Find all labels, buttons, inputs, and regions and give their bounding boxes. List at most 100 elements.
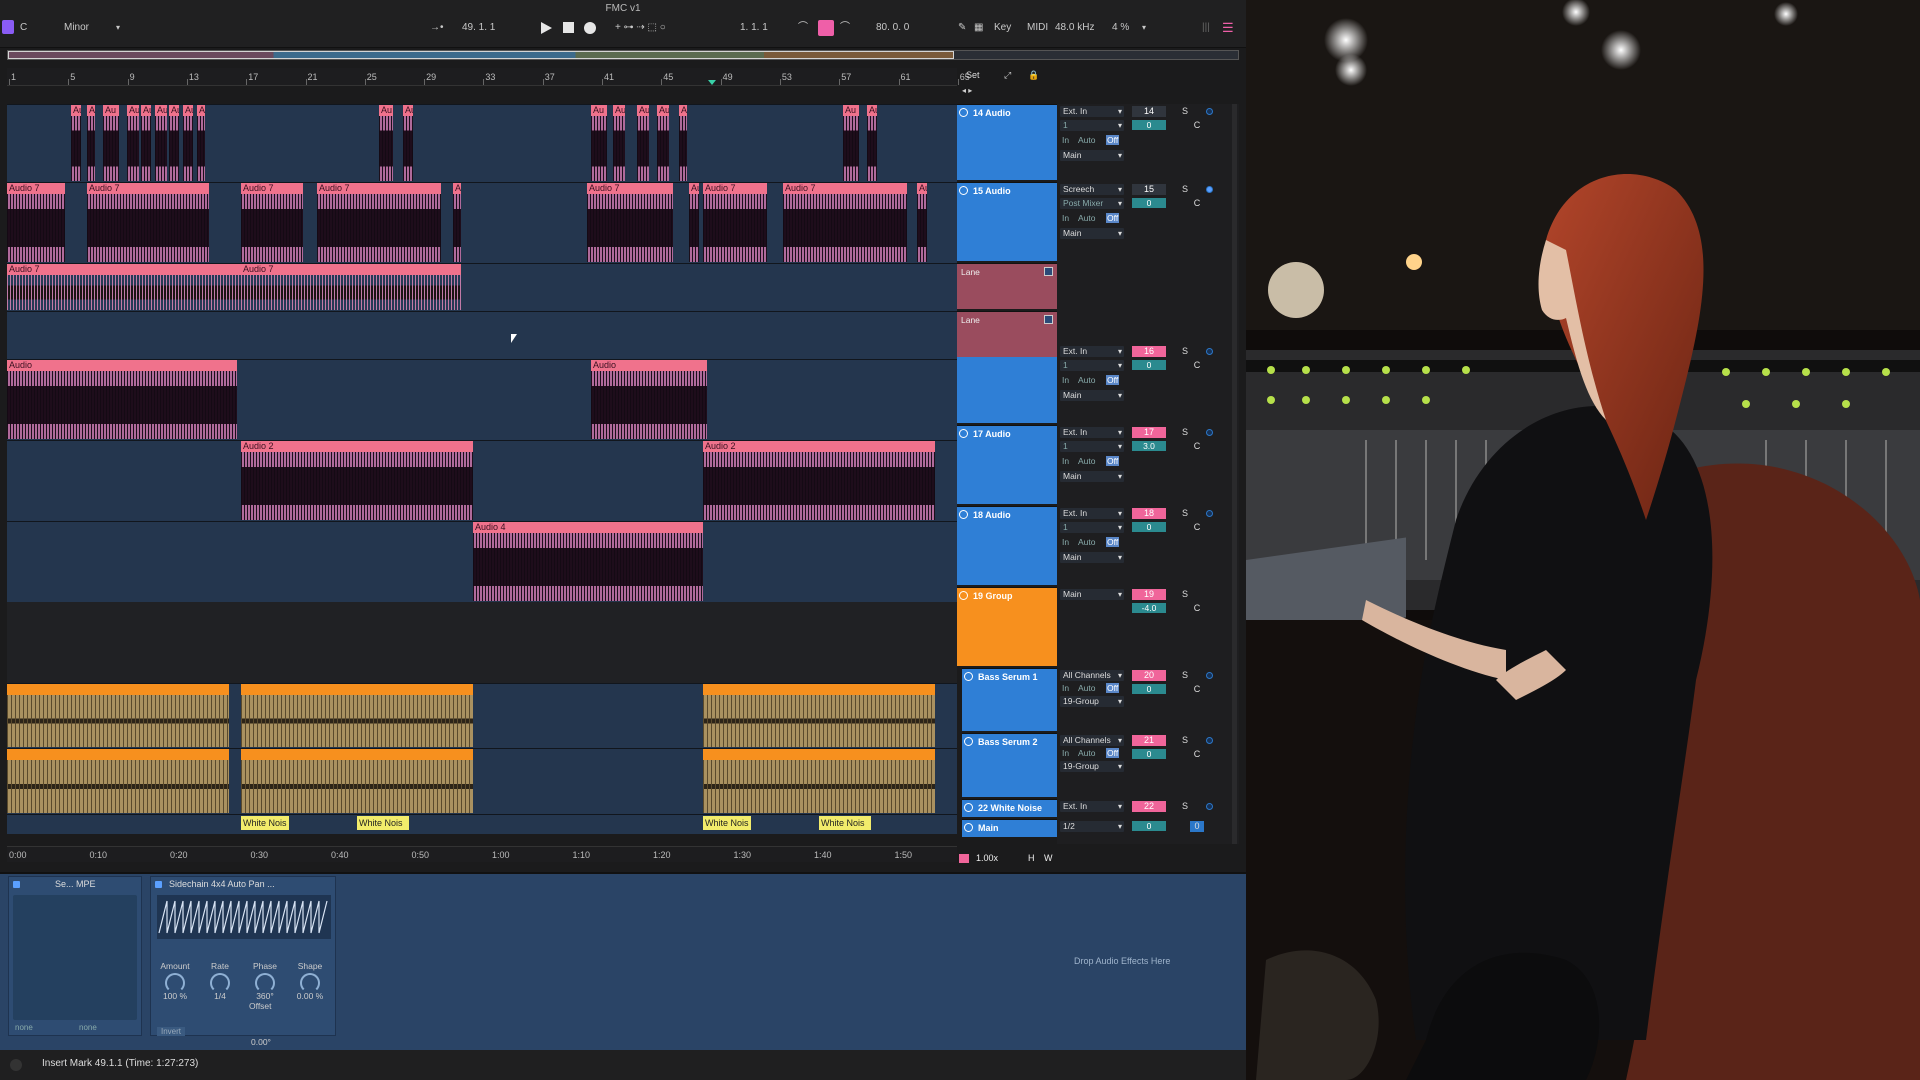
audio-clip[interactable]: Audio 7 bbox=[587, 183, 673, 262]
arm-button[interactable] bbox=[1206, 737, 1213, 744]
knob-value[interactable]: 0.00 % bbox=[290, 991, 330, 1001]
solo-button[interactable]: S bbox=[1178, 735, 1192, 746]
audio-clip[interactable]: Au bbox=[917, 183, 927, 262]
take-lane-header[interactable]: Lane bbox=[957, 263, 1057, 309]
arm-button[interactable] bbox=[1206, 186, 1213, 193]
audio-clip[interactable]: Au bbox=[679, 105, 687, 181]
fold-icon[interactable] bbox=[964, 823, 973, 832]
audio-clip[interactable]: Au bbox=[127, 105, 139, 181]
monitor-auto-button[interactable]: Auto bbox=[1078, 683, 1096, 693]
device-power-icon[interactable] bbox=[13, 881, 20, 888]
monitor-in-button[interactable]: In bbox=[1062, 683, 1069, 693]
fold-icon[interactable] bbox=[964, 737, 973, 746]
insert-marker-icon[interactable] bbox=[708, 80, 716, 85]
input-type-select[interactable]: Ext. In bbox=[1060, 508, 1124, 519]
audio-clip[interactable]: Audio 7 bbox=[241, 264, 461, 310]
input-type-select[interactable]: Ext. In bbox=[1060, 346, 1124, 357]
audio-clip[interactable]: Au bbox=[637, 105, 649, 181]
knob-value[interactable]: 100 % bbox=[155, 991, 195, 1001]
invert-button[interactable]: Invert bbox=[157, 1027, 186, 1036]
follow-icon[interactable]: →• bbox=[430, 20, 444, 36]
monitor-off-button[interactable]: Off bbox=[1106, 135, 1120, 145]
volume-field[interactable]: 0 bbox=[1132, 120, 1166, 130]
audio-clip[interactable]: Au bbox=[197, 105, 205, 181]
monitor-in-button[interactable]: In bbox=[1062, 537, 1069, 547]
audio-clip[interactable]: Au bbox=[141, 105, 151, 181]
audio-clip[interactable]: Au bbox=[843, 105, 859, 181]
loop-length-field[interactable]: 80. 0. 0 bbox=[876, 20, 909, 36]
track-number[interactable]: 15 bbox=[1132, 184, 1166, 195]
track-number[interactable]: 18 bbox=[1132, 508, 1166, 519]
device-power-icon[interactable] bbox=[155, 881, 162, 888]
output-select[interactable]: 1/2 bbox=[1060, 821, 1124, 832]
beat-time-ruler[interactable]: 1 5 9 13 17 21 25 29 33 37 41 45 49 53 57 61 65 bbox=[7, 68, 970, 86]
punch-in-icon[interactable]: ⌒ bbox=[798, 20, 808, 36]
zoom-level[interactable]: 1.00x bbox=[976, 853, 998, 863]
arm-button[interactable] bbox=[1206, 108, 1213, 115]
fold-icon[interactable] bbox=[959, 186, 968, 195]
track-number[interactable]: 16 bbox=[1132, 346, 1166, 357]
arm-button[interactable] bbox=[1206, 672, 1213, 679]
white-noise-clip[interactable]: White Nois bbox=[241, 816, 289, 830]
audio-clip[interactable] bbox=[703, 684, 935, 747]
volume-field[interactable]: 0 bbox=[1132, 749, 1166, 759]
fold-icon[interactable] bbox=[959, 510, 968, 519]
knob-value[interactable]: 360° bbox=[245, 991, 285, 1001]
track-header[interactable]: 15 Audio bbox=[957, 182, 1057, 261]
arrangement-overview[interactable] bbox=[7, 50, 1239, 60]
monitor-in-button[interactable]: In bbox=[1062, 375, 1069, 385]
record-icon[interactable] bbox=[584, 22, 596, 34]
offset-value[interactable]: 0.00° bbox=[251, 1037, 271, 1047]
input-type-select[interactable]: Screech bbox=[1060, 184, 1124, 195]
audio-clip[interactable]: Au bbox=[403, 105, 413, 181]
output-select[interactable]: Main bbox=[1060, 150, 1124, 161]
fold-icon[interactable] bbox=[964, 672, 973, 681]
knob[interactable] bbox=[210, 973, 230, 993]
track-header[interactable]: 18 Audio bbox=[957, 506, 1057, 585]
output-select[interactable]: Main bbox=[1060, 552, 1124, 563]
fold-icon[interactable] bbox=[959, 108, 968, 117]
vertical-scrollbar[interactable] bbox=[1232, 104, 1237, 844]
track-number[interactable]: 20 bbox=[1132, 670, 1166, 681]
fold-icon[interactable] bbox=[959, 591, 968, 600]
zoom-icon[interactable] bbox=[959, 854, 969, 863]
instrument-device[interactable]: Se... MPE none none bbox=[8, 876, 142, 1036]
loop-start-field[interactable]: 1. 1. 1 bbox=[740, 20, 768, 36]
track-number[interactable]: 14 bbox=[1132, 106, 1166, 117]
output-select[interactable]: 19-Group bbox=[1060, 761, 1124, 772]
time-ruler[interactable]: 0:00 0:10 0:20 0:30 0:40 0:50 1:00 1:10 1:20 1:30… bbox=[7, 846, 957, 862]
monitor-off-button[interactable]: Off bbox=[1106, 748, 1120, 758]
volume-field[interactable]: 0 bbox=[1132, 198, 1166, 208]
white-noise-clip[interactable]: White Nois bbox=[819, 816, 871, 830]
audio-clip[interactable] bbox=[241, 684, 473, 747]
volume-field[interactable]: 0 bbox=[1132, 821, 1166, 831]
sidechain-device[interactable]: Sidechain 4x4 Auto Pan ... Amount 100 % Ra… bbox=[150, 876, 336, 1047]
drop-effects-hint[interactable]: Drop Audio Effects Here bbox=[1074, 956, 1170, 966]
audio-clip[interactable]: Au bbox=[613, 105, 625, 181]
audio-clip[interactable]: Audio 7 bbox=[317, 183, 441, 262]
take-lane-audition-icon[interactable] bbox=[1044, 267, 1053, 276]
audio-clip[interactable]: Au bbox=[453, 183, 461, 262]
pan-field[interactable]: C bbox=[1190, 749, 1204, 760]
input-type-select[interactable]: All Channels bbox=[1060, 670, 1124, 681]
solo-button[interactable]: S bbox=[1178, 427, 1192, 438]
monitor-in-button[interactable]: In bbox=[1062, 456, 1069, 466]
audio-clip[interactable]: Au bbox=[183, 105, 193, 181]
volume-field[interactable]: 0 bbox=[1132, 522, 1166, 532]
knob[interactable] bbox=[300, 973, 320, 993]
white-noise-clip[interactable]: White Nois bbox=[703, 816, 751, 830]
output-select[interactable]: Main bbox=[1060, 390, 1124, 401]
solo-button[interactable]: S bbox=[1178, 801, 1192, 812]
input-type-select[interactable]: Ext. In bbox=[1060, 427, 1124, 438]
menu-icon[interactable]: ☰ bbox=[1222, 20, 1234, 36]
monitor-auto-button[interactable]: Auto bbox=[1078, 375, 1096, 385]
audio-clip[interactable]: Audio 7 bbox=[783, 183, 907, 262]
monitor-auto-button[interactable]: Auto bbox=[1078, 748, 1096, 758]
status-toggle-icon[interactable] bbox=[10, 1059, 22, 1071]
track-header[interactable]: 22 White Noise bbox=[962, 799, 1057, 817]
set-button[interactable]: Set bbox=[966, 70, 980, 80]
track-header[interactable]: 19 Group bbox=[957, 587, 1057, 666]
arm-button[interactable] bbox=[1206, 348, 1213, 355]
input-channel-select[interactable]: Post Mixer bbox=[1060, 198, 1124, 209]
lock-icon[interactable]: 🔒 bbox=[1028, 70, 1039, 81]
